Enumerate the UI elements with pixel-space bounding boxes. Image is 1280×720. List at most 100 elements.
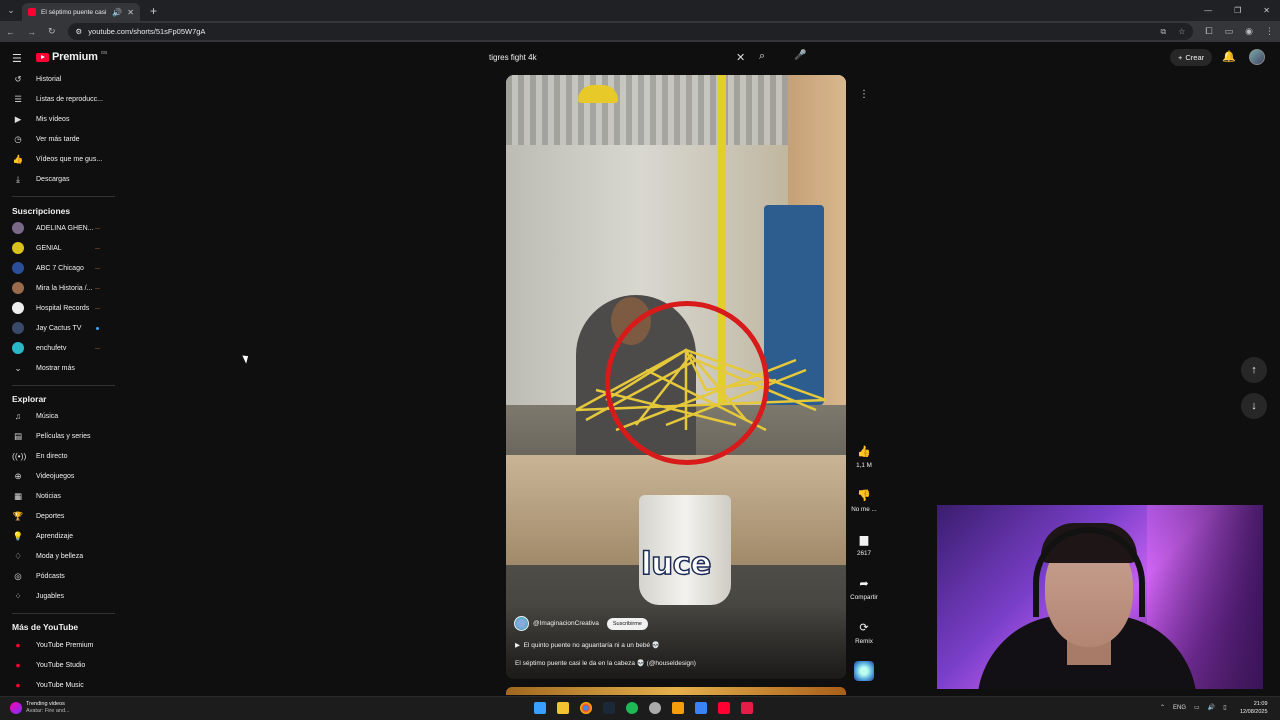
subscribe-button[interactable]: Suscribirme xyxy=(606,617,648,630)
language-indicator[interactable]: ENG xyxy=(1173,705,1186,711)
browser-tab-active[interactable]: El séptimo puente casi le da... 🔊 ✕ xyxy=(22,3,140,21)
forward-icon[interactable]: → xyxy=(27,27,36,37)
window-close-icon[interactable]: ✕ xyxy=(1263,6,1270,15)
plus-icon: + xyxy=(1178,53,1183,62)
chrome-icon[interactable] xyxy=(580,702,592,714)
new-tab-icon[interactable]: + xyxy=(150,4,157,18)
yt-premium-icon: ● xyxy=(15,640,21,650)
sidebar-item-podcasts[interactable]: ◎ Pódcasts xyxy=(0,567,115,585)
system-clock[interactable]: 21:09 12/08/2025 xyxy=(1240,700,1268,716)
next-short-preview[interactable] xyxy=(506,687,846,695)
sidebar-subscription[interactable]: Hospital Records xyxy=(0,299,115,317)
like-button[interactable]: 👍 1,1 M xyxy=(846,445,882,469)
sidebar-item-live[interactable]: ((•)) En directo xyxy=(0,447,115,465)
tab-title: El séptimo puente casi le da... xyxy=(41,8,107,16)
youtube-app-icon[interactable] xyxy=(718,702,730,714)
previous-short-button[interactable]: ↑ xyxy=(1241,357,1267,383)
more-options-icon[interactable]: ⋮ xyxy=(859,89,869,100)
clear-search-icon[interactable]: ✕ xyxy=(736,51,745,64)
sidebar-item-download[interactable]: ⤓ Descargas xyxy=(0,170,115,188)
sidebar-subscription[interactable]: GENIAL xyxy=(0,239,115,257)
comments-button[interactable]: ▆ 2617 xyxy=(846,533,882,557)
sidebar-item-playables[interactable]: ⁘ Jugables xyxy=(0,587,115,605)
playlist-link[interactable]: ▶ El quinto puente no aguantaría ni a un… xyxy=(515,641,660,649)
liked-icon: 👍 xyxy=(12,153,24,164)
minimize-icon[interactable]: — xyxy=(1204,6,1212,15)
spotify-icon[interactable] xyxy=(626,702,638,714)
profile-icon[interactable]: ◉ xyxy=(1245,26,1253,37)
sidebar-subscription[interactable]: enchufetv xyxy=(0,339,115,357)
account-avatar[interactable] xyxy=(1249,49,1265,65)
dislike-button[interactable]: 👎 No me ... xyxy=(846,489,882,513)
sidebar-item-liked[interactable]: 👍 Vídeos que me gus... xyxy=(0,150,115,168)
sidebar-item-learning[interactable]: 💡 Aprendizaje xyxy=(0,527,115,545)
address-bar[interactable]: ⚙ youtube.com/shorts/51sFp05W7gA ⧉ ☆ xyxy=(67,23,1194,40)
sidebar-item-yt-music[interactable]: ● YouTube Music xyxy=(0,676,115,694)
steam-icon[interactable] xyxy=(603,702,615,714)
sidebar-item-history[interactable]: ↺ Historial xyxy=(0,70,115,88)
sidebar-item-my-videos[interactable]: ▶ Mis vídeos xyxy=(0,110,115,128)
show-more-button[interactable]: ⌄ Mostrar más xyxy=(0,359,115,377)
menu-icon[interactable]: ☰ xyxy=(12,52,22,65)
microphone-icon[interactable]: 🎤 xyxy=(794,50,806,61)
share-button[interactable]: ➦ Compartir xyxy=(846,577,882,601)
sidebar-item-fashion[interactable]: ♢ Moda y belleza xyxy=(0,547,115,565)
sidebar-subscription[interactable]: Jay Cactus TV xyxy=(0,319,115,337)
bookmark-star-icon[interactable]: ☆ xyxy=(1178,27,1185,37)
sidebar-item-gaming[interactable]: ⊕ Videojuegos xyxy=(0,467,115,485)
file-explorer-icon[interactable] xyxy=(557,702,569,714)
app-icon[interactable] xyxy=(672,702,684,714)
short-channel[interactable]: @ImaginacionCreativa Suscribirme xyxy=(514,616,648,631)
create-button[interactable]: + Crear xyxy=(1170,49,1213,66)
sidebar-item-sports[interactable]: 🏆 Deportes xyxy=(0,507,115,525)
sidebar-item-yt-premium[interactable]: ● YouTube Premium xyxy=(0,636,115,654)
subscription-label: enchufetv xyxy=(36,344,67,352)
short-video-player[interactable]: luce @ImaginacionCreativa Suscribirme ▶ … xyxy=(506,75,846,679)
widgets-button[interactable]: Trending videos Avatar: Fire and... xyxy=(10,701,70,715)
reload-icon[interactable]: ↻ xyxy=(48,26,56,37)
sidebar-item-news[interactable]: ▦ Noticias xyxy=(0,487,115,505)
media-app-icon[interactable] xyxy=(741,702,753,714)
sidebar-item-watch-later[interactable]: ◷ Ver más tarde xyxy=(0,130,115,148)
new-content-dot xyxy=(96,326,99,330)
sidebar-item-yt-studio[interactable]: ● YouTube Studio xyxy=(0,656,115,674)
browser-menu-icon[interactable]: ⋮ xyxy=(1265,26,1274,37)
tab-close-icon[interactable]: ✕ xyxy=(127,8,134,17)
back-icon[interactable]: ← xyxy=(6,27,15,37)
search-input[interactable]: tigres fight 4k ✕ ⌕ xyxy=(482,48,778,67)
channel-avatar[interactable] xyxy=(514,616,529,631)
sound-thumbnail[interactable] xyxy=(854,661,874,681)
sidebar-item-movies[interactable]: ▤ Películas y series xyxy=(0,427,115,445)
tray-chevron-icon[interactable]: ⌃ xyxy=(1160,704,1165,711)
next-short-button[interactable]: ↓ xyxy=(1241,393,1267,419)
extensions-icon[interactable]: ⧠ xyxy=(1205,26,1212,37)
sidebar: ↺ Historial ☰ Listas de reproducc... ▶ M… xyxy=(0,70,115,694)
maximize-icon[interactable]: ❐ xyxy=(1234,6,1241,15)
sidebar-subscription[interactable]: ADELINA GHEN... xyxy=(0,219,115,237)
news-icon: ▦ xyxy=(13,490,23,501)
movies-icon: ▤ xyxy=(13,430,23,441)
sidebar-item-label: YouTube Premium xyxy=(36,641,94,649)
site-info-icon[interactable]: ⚙ xyxy=(76,27,83,36)
channel-handle[interactable]: @ImaginacionCreativa xyxy=(533,620,599,627)
remix-button[interactable]: ⟳ Remix xyxy=(846,621,882,645)
sidebar-item-playlist[interactable]: ☰ Listas de reproducc... xyxy=(0,90,115,108)
battery-icon[interactable]: ▯ xyxy=(1223,704,1226,711)
tab-search-icon[interactable]: ⌄ xyxy=(0,5,22,16)
audio-icon[interactable]: 🔊 xyxy=(112,8,122,17)
obs-icon[interactable] xyxy=(649,702,661,714)
sidebar-subscription[interactable]: ABC 7 Chicago xyxy=(0,259,115,277)
notifications-icon[interactable]: 🔔 xyxy=(1222,50,1236,63)
open-in-app-icon[interactable]: ⧉ xyxy=(1161,27,1167,37)
cast-icon[interactable]: ▭ xyxy=(1225,26,1234,37)
volume-icon[interactable]: 🔊 xyxy=(1208,704,1215,711)
sidebar-item-music[interactable]: ♫ Música xyxy=(0,407,115,425)
calendar-icon[interactable] xyxy=(695,702,707,714)
short-title[interactable]: El séptimo puente casi le da en la cabez… xyxy=(515,659,696,667)
live-indicator xyxy=(95,227,100,229)
youtube-logo[interactable]: Premium GB xyxy=(36,50,107,63)
windows-start-icon[interactable] xyxy=(534,702,546,714)
sidebar-subscription[interactable]: Mira la Historia /... xyxy=(0,279,115,297)
search-icon[interactable]: ⌕ xyxy=(759,50,765,63)
network-icon[interactable]: ▭ xyxy=(1194,704,1200,711)
